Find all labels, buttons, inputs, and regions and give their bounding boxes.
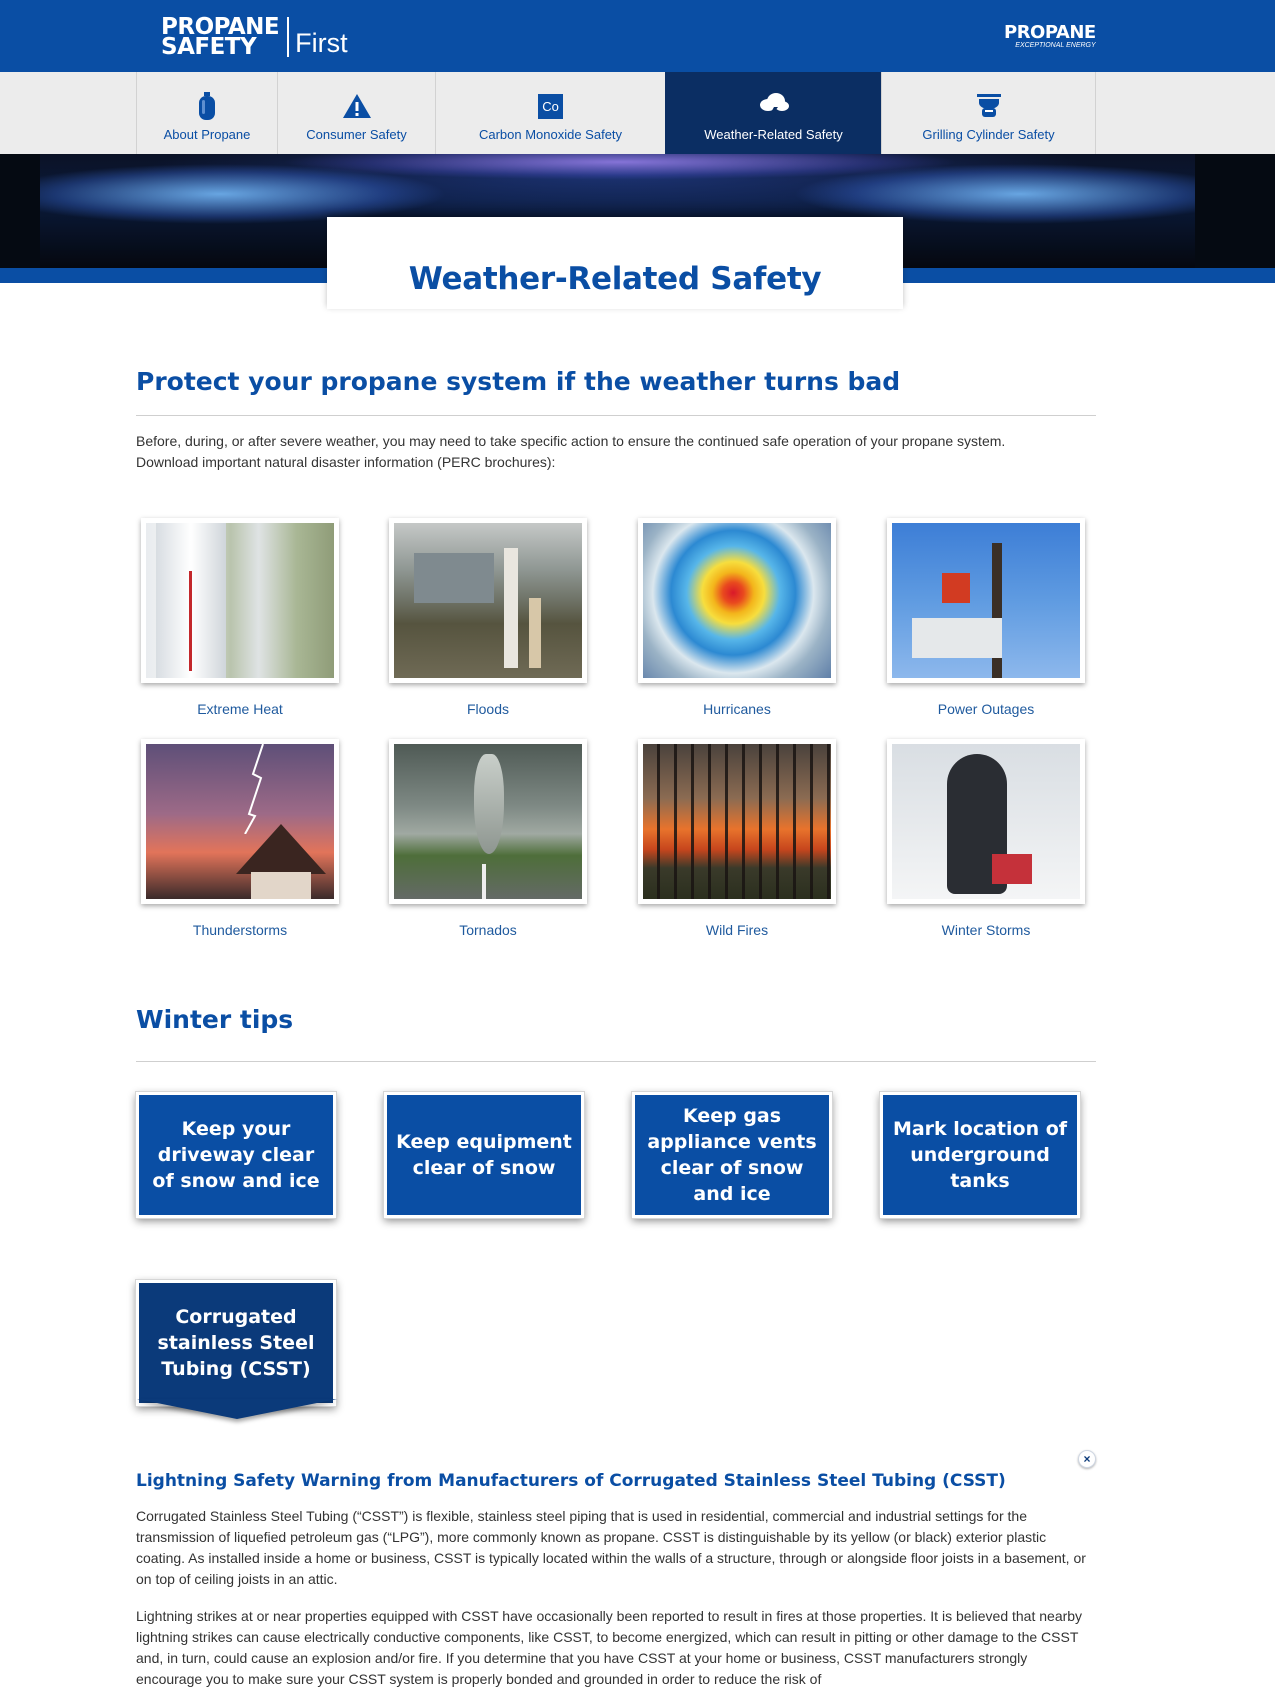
hurricanes-image[interactable] [638,518,836,683]
tornado-funnel [474,754,504,854]
flooded-house [414,553,494,603]
grill-icon [974,91,1004,121]
tornados-link[interactable]: Tornados [389,922,587,938]
csst-paragraph-1: Corrugated Stainless Steel Tubing (“CSST… [136,1508,1086,1587]
co-icon-text: Co [538,93,563,119]
winter-storms-link[interactable]: Winter Storms [887,922,1085,938]
child-figure [529,598,541,668]
tab-carbon-monoxide-safety[interactable]: Co Carbon Monoxide Safety [435,72,665,154]
co-icon: Co [538,91,563,121]
intro-line-2: Download important natural disaster info… [136,454,556,470]
tip-vents-button[interactable]: Keep gas appliance vents clear of snow a… [632,1092,832,1218]
csst-paragraph-2: Lightning strikes at or near properties … [136,1608,1083,1687]
wild-fires-link[interactable]: Wild Fires [638,922,836,938]
hurricanes-link[interactable]: Hurricanes [638,701,836,717]
tip-equipment-button[interactable]: Keep equipment clear of snow [384,1092,584,1218]
person-figure [504,548,518,668]
brand-tagline: EXCEPTIONAL ENERGY [1015,42,1096,49]
bucket-truck [912,618,1002,658]
power-outages-link[interactable]: Power Outages [887,701,1085,717]
lightning-bolt [244,744,264,834]
warning-icon [342,91,372,121]
tab-grilling-cylinder-safety[interactable]: Grilling Cylinder Safety [881,72,1096,154]
propane-tank-icon [196,91,218,121]
brand-name: PROPANE [1004,22,1096,43]
wild-fires-image[interactable] [638,739,836,904]
page-title: Weather-Related Safety [408,261,822,297]
extreme-heat-link[interactable]: Extreme Heat [141,701,339,717]
tab-label: About Propane [163,127,251,142]
house-roof [236,824,326,874]
power-outages-image[interactable] [887,518,1085,683]
tornados-image[interactable] [389,739,587,904]
house-wall [251,872,311,899]
weather-heading: Protect your propane system if the weath… [136,367,901,396]
tab-about-propane[interactable]: About Propane [136,72,277,154]
tab-weather-related-safety[interactable]: Weather-Related Safety [665,72,881,154]
road-line [482,864,486,899]
active-tip-pointer [137,1399,337,1419]
csst-warning-title: Lightning Safety Warning from Manufactur… [136,1471,1006,1491]
tree-silhouettes [643,744,831,899]
extreme-heat-image[interactable] [141,518,339,683]
thunderstorms-image[interactable] [141,739,339,904]
winter-tips-heading: Winter tips [136,1005,294,1034]
line-worker [942,573,970,603]
storm-cloud-icon [758,91,790,121]
tip-csst-button[interactable]: Corrugated stainless Steel Tubing (CSST) [136,1280,336,1406]
propane-brand-logo[interactable]: PROPANE EXCEPTIONAL ENERGY [1004,22,1096,50]
tab-label: Consumer Safety [306,127,407,142]
tab-consumer-safety[interactable]: Consumer Safety [277,72,435,154]
winter-storms-image[interactable] [887,739,1085,904]
divider [136,415,1096,416]
page-title-card: Weather-Related Safety [327,217,903,309]
tip-driveway-button[interactable]: Keep your driveway clear of snow and ice [136,1092,336,1218]
divider [136,1061,1096,1062]
weather-intro: Before, during, or after severe weather,… [136,431,1096,473]
main-nav: About Propane Consumer Safety Co Carbon … [0,72,1275,154]
logo-line-safety: SAFETY [161,33,257,60]
logo-line-first: First [295,28,348,58]
tab-label: Carbon Monoxide Safety [478,127,623,142]
floods-link[interactable]: Floods [389,701,587,717]
propane-safety-first-logo[interactable]: PROPANE SAFETY First [161,14,348,59]
snow-blower [992,854,1032,884]
thermometer-mercury [189,571,192,671]
tip-underground-tanks-button[interactable]: Mark location of underground tanks [880,1092,1080,1218]
thunderstorms-link[interactable]: Thunderstorms [141,922,339,938]
floods-image[interactable] [389,518,587,683]
tab-label: Grilling Cylinder Safety [922,127,1055,142]
intro-line-1: Before, during, or after severe weather,… [136,433,1006,449]
close-button[interactable]: × [1078,1450,1096,1468]
site-header: PROPANE SAFETY First PROPANE EXCEPTIONAL… [0,0,1275,72]
tab-label: Weather-Related Safety [704,127,843,142]
